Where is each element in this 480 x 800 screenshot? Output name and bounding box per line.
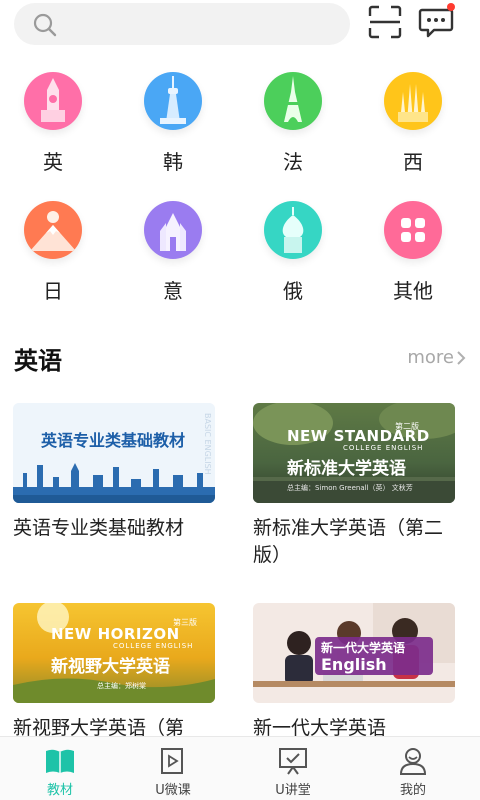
language-other[interactable]: 其他: [363, 201, 463, 304]
top-bar: [0, 0, 480, 52]
video-play-icon: [161, 748, 183, 774]
language-japanese[interactable]: 日: [3, 201, 103, 304]
language-label: 西: [403, 150, 423, 174]
cover-chinese-title: 新一代大学英语: [321, 641, 406, 655]
tab-label: U微课: [155, 783, 191, 798]
book-title: 新标准大学英语（第二版）: [253, 517, 444, 566]
tab-label: U讲堂: [275, 783, 311, 798]
tab-label: 我的: [399, 783, 426, 798]
cover-chinese-title: 新视野大学英语: [51, 657, 170, 677]
mount-fuji-icon: [24, 201, 82, 259]
more-link[interactable]: more: [407, 347, 454, 368]
tab-lecture-hall[interactable]: U讲堂: [233, 737, 353, 800]
book-card[interactable]: NEW HORIZON COLLEGE ENGLISH 新视野大学英语 总主编：…: [13, 603, 215, 742]
grid-icon: [384, 201, 442, 259]
user-icon: [399, 748, 427, 775]
cover-author: 总主编：Simon Greenall（英） 文秋芳: [287, 484, 413, 492]
search-input[interactable]: [14, 3, 350, 45]
cover-title: 英语专业类基础教材: [41, 431, 186, 450]
cover-side-text: BASIC ENGLISH: [203, 413, 212, 475]
scan-icon: [368, 5, 402, 39]
language-english[interactable]: 英: [3, 72, 103, 175]
book-title: 英语专业类基础教材: [13, 517, 185, 539]
cover-edition: 第二版: [395, 422, 419, 431]
lecture-screen-icon: [279, 748, 307, 775]
onion-dome-icon: [264, 201, 322, 259]
sagrada-familia-icon: [384, 72, 442, 130]
book-icon: [46, 749, 74, 773]
cover-subtitle: COLLEGE ENGLISH: [343, 444, 424, 452]
tab-textbooks[interactable]: 教材: [0, 737, 120, 800]
cover-english-title: English: [321, 655, 387, 674]
messages-button[interactable]: [418, 3, 456, 40]
cover-subtitle: COLLEGE ENGLISH: [113, 642, 194, 650]
book-cover[interactable]: BASIC ENGLISH 英语专业类基础教材: [13, 403, 215, 503]
language-russian[interactable]: 俄: [243, 201, 343, 304]
tab-mine[interactable]: 我的: [353, 737, 473, 800]
cover-edition: 第三版: [173, 618, 197, 627]
tab-label: 教材: [46, 783, 73, 798]
cathedral-icon: [144, 201, 202, 259]
language-french[interactable]: 法: [243, 72, 343, 175]
language-label: 法: [283, 150, 303, 174]
book-card[interactable]: NEW STANDARD COLLEGE ENGLISH 新标准大学英语 总主编…: [253, 403, 455, 569]
book-cover[interactable]: NEW STANDARD COLLEGE ENGLISH 新标准大学英语 总主编…: [253, 403, 455, 503]
seoul-tower-icon: [144, 72, 202, 130]
language-italian[interactable]: 意: [123, 201, 223, 304]
language-label: 韩: [163, 150, 183, 174]
eiffel-tower-icon: [264, 72, 322, 130]
cover-chinese-title: 新标准大学英语: [287, 459, 406, 479]
search-icon: [33, 13, 57, 37]
language-label: 意: [163, 279, 183, 303]
book-cover[interactable]: 新一代大学英语 English: [253, 603, 455, 703]
book-card[interactable]: BASIC ENGLISH 英语专业类基础教材 英语专业类基础教材: [13, 403, 215, 542]
skyline-illustration: BASIC ENGLISH: [13, 403, 215, 503]
cover-author: 总主编：郑树棠: [97, 682, 146, 690]
notification-badge: [447, 3, 455, 11]
language-label: 俄: [283, 279, 303, 303]
language-label: 日: [43, 279, 63, 303]
language-spanish[interactable]: 西: [363, 72, 463, 175]
tab-micro-course[interactable]: U微课: [113, 737, 233, 800]
big-ben-icon: [24, 72, 82, 130]
language-label: 其他: [393, 279, 433, 303]
chevron-right-icon[interactable]: [456, 350, 466, 366]
book-card[interactable]: 新一代大学英语 English 新一代大学英语: [253, 603, 455, 742]
bottom-navigation: 教材 U微课 U讲堂 我的: [0, 736, 480, 800]
language-korean[interactable]: 韩: [123, 72, 223, 175]
scan-button[interactable]: [367, 4, 403, 40]
section-title: 英语: [14, 347, 62, 375]
book-cover[interactable]: NEW HORIZON COLLEGE ENGLISH 新视野大学英语 总主编：…: [13, 603, 215, 703]
language-label: 英: [43, 150, 63, 174]
